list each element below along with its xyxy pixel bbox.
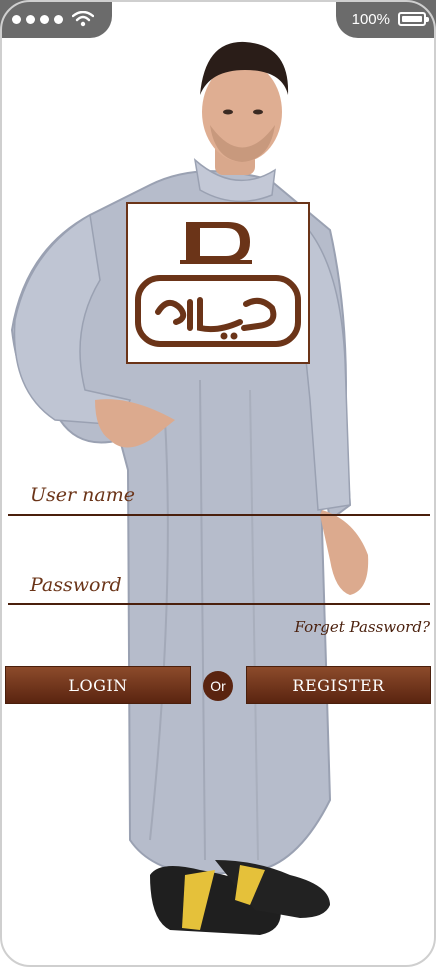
wifi-icon (72, 11, 94, 27)
signal-dot (26, 14, 35, 24)
username-field[interactable]: User name (30, 484, 135, 506)
signal-dot (12, 14, 21, 24)
password-underline (8, 603, 430, 605)
username-underline (8, 514, 430, 516)
signal-dot (54, 14, 63, 24)
battery-percent: 100% (351, 10, 390, 28)
login-screen: 100% User name Password Forget Password?… (0, 0, 436, 967)
login-button[interactable]: LOGIN (5, 666, 191, 704)
register-button[interactable]: REGISTER (246, 666, 431, 704)
or-separator: Or (203, 671, 233, 701)
password-field[interactable]: Password (30, 574, 122, 596)
status-bar: 100% (0, 0, 436, 40)
brand-logo-mark (135, 222, 301, 347)
status-bar-left (0, 0, 112, 38)
battery-fill (402, 16, 422, 22)
brand-logo (126, 202, 310, 364)
forgot-password-link[interactable]: Forget Password? (294, 618, 430, 636)
status-bar-right: 100% (336, 0, 436, 38)
battery-icon (398, 12, 429, 26)
signal-dot (40, 14, 49, 24)
